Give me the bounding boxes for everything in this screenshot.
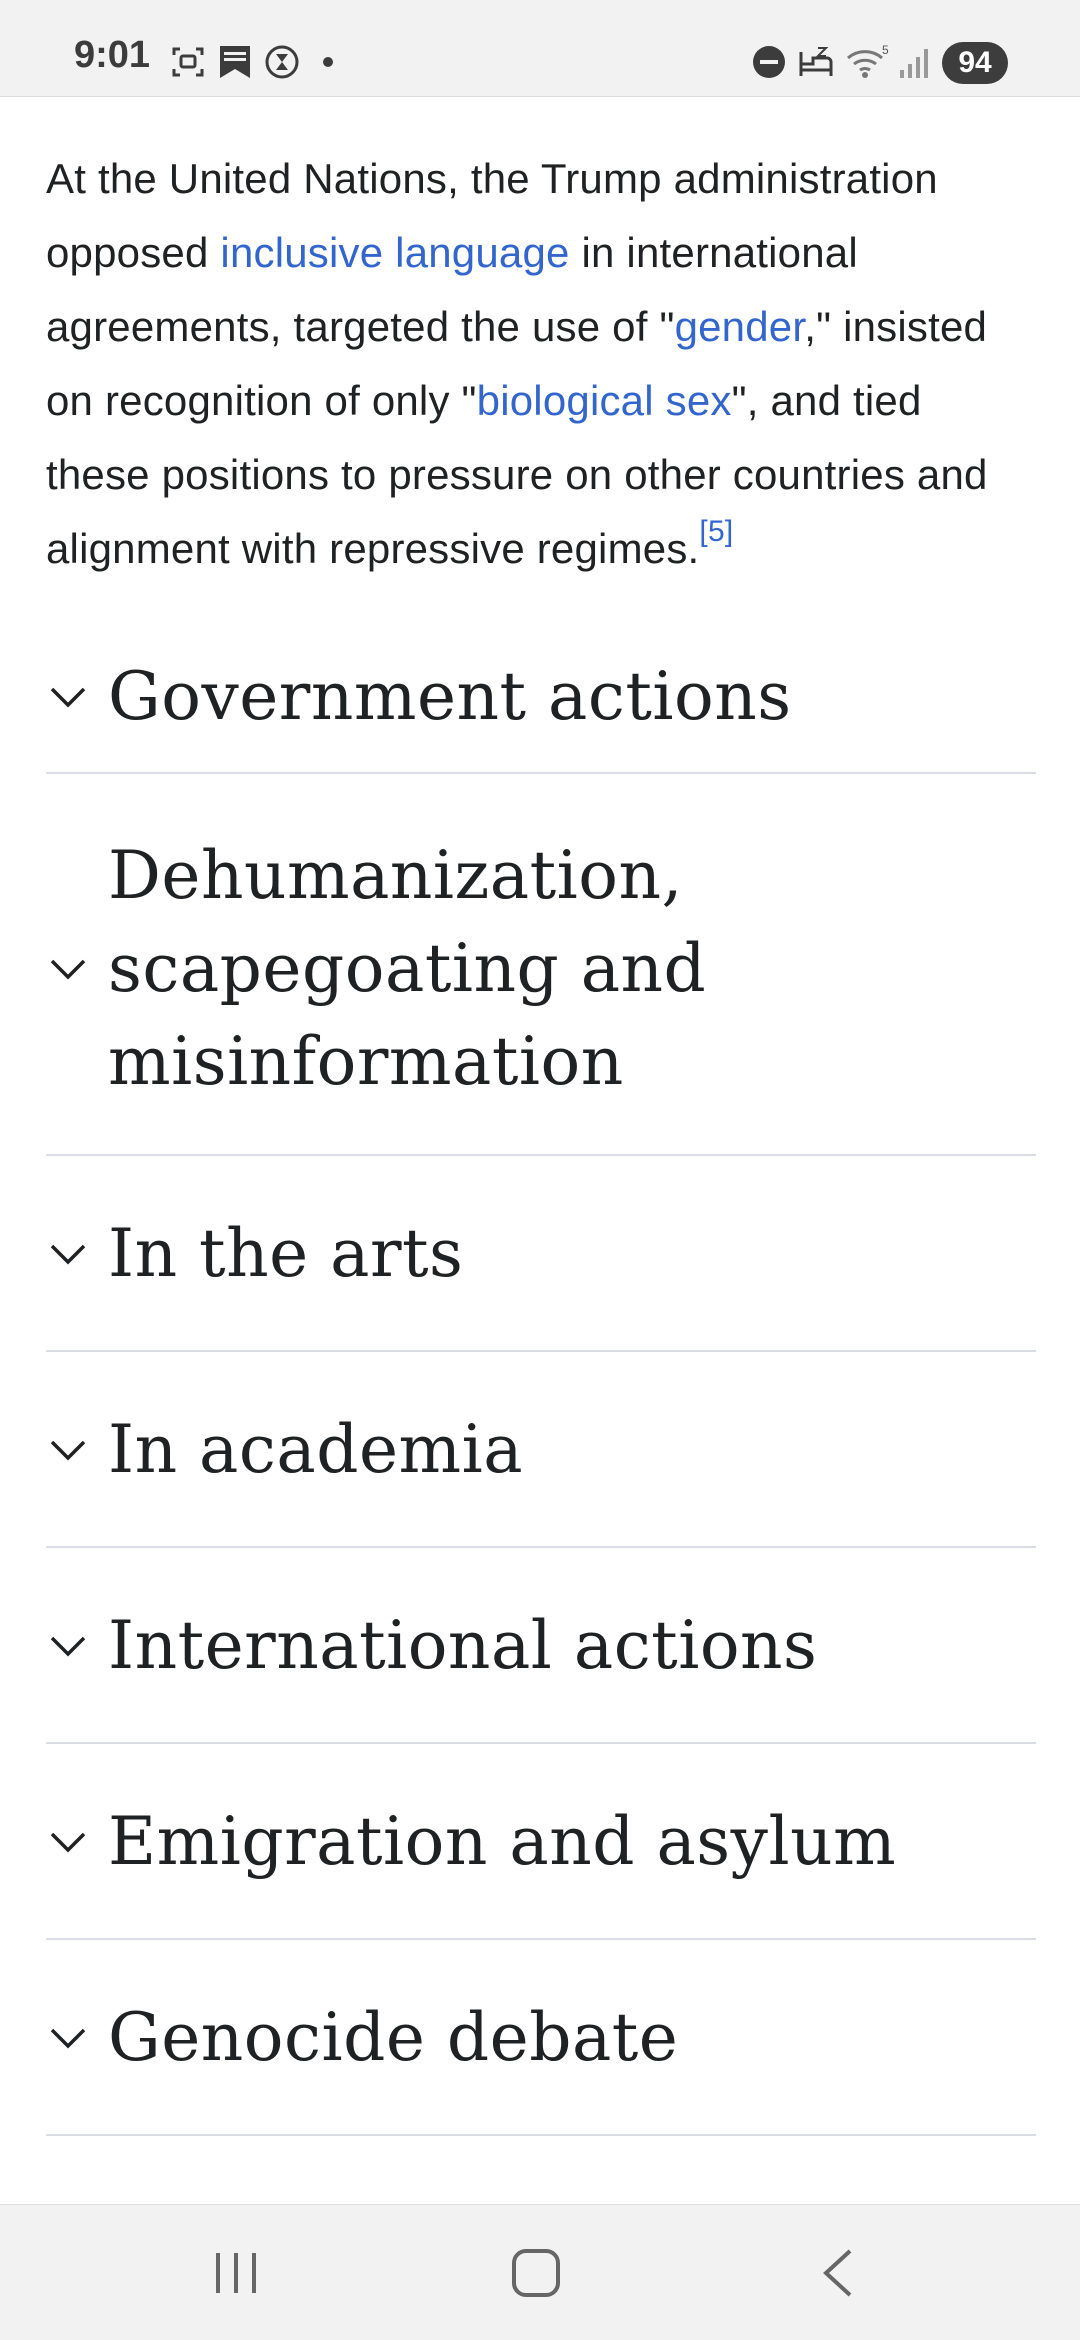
section-title: In the arts — [108, 1214, 464, 1292]
section-title: Emigration and asylum — [108, 1802, 897, 1880]
chevron-down-icon — [50, 1636, 86, 1657]
section-in-academia[interactable]: In academia — [46, 1352, 1036, 1548]
status-bar: 9:01 5 94 — [0, 0, 1080, 97]
chevron-down-icon — [50, 687, 86, 708]
chevron-down-icon — [50, 1832, 86, 1853]
intro-paragraph: At the United Nations, the Trump adminis… — [46, 96, 1036, 586]
chevron-down-icon — [50, 959, 86, 980]
svg-text:5: 5 — [882, 44, 889, 57]
screenshot-icon — [170, 44, 206, 80]
section-dehumanization[interactable]: Dehumanization, scapegoating and misinfo… — [46, 774, 1036, 1156]
section-title: Government actions — [108, 657, 792, 735]
chevron-down-icon — [50, 1440, 86, 1461]
bookmark-icon — [218, 44, 252, 80]
section-in-the-arts[interactable]: In the arts — [46, 1156, 1036, 1352]
battery-indicator: 94 — [942, 42, 1008, 84]
link-gender[interactable]: gender — [675, 303, 805, 350]
section-genocide-debate[interactable]: Genocide debate — [46, 1940, 1036, 2136]
signal-icon — [898, 44, 932, 80]
recent-apps-icon[interactable] — [206, 2245, 266, 2301]
section-title: International actions — [108, 1606, 818, 1684]
sleep-icon — [798, 44, 834, 80]
back-icon[interactable] — [810, 2245, 870, 2301]
reference-link-5[interactable]: [5] — [699, 515, 733, 548]
section-list: Government actions Dehumanization, scape… — [46, 620, 1036, 2136]
status-time: 9:01 — [74, 34, 151, 76]
section-title: Dehumanization, scapegoating and misinfo… — [108, 836, 707, 1100]
home-icon[interactable] — [506, 2245, 566, 2301]
article-content: At the United Nations, the Trump adminis… — [46, 96, 1036, 586]
navigation-bar — [0, 2204, 1080, 2340]
chevron-down-icon — [50, 1244, 86, 1265]
reference-superscript: [5] — [699, 515, 733, 548]
timer-icon — [264, 44, 300, 80]
section-title: In academia — [108, 1410, 524, 1488]
section-international-actions[interactable]: International actions — [46, 1548, 1036, 1744]
section-emigration-and-asylum[interactable]: Emigration and asylum — [46, 1744, 1036, 1940]
section-government-actions[interactable]: Government actions — [46, 620, 1036, 774]
chevron-down-icon — [50, 2028, 86, 2049]
link-biological-sex[interactable]: biological sex — [477, 377, 732, 424]
wifi-icon: 5 — [846, 44, 890, 80]
link-inclusive-language[interactable]: inclusive language — [220, 229, 569, 276]
section-title: Genocide debate — [108, 1998, 679, 2076]
dnd-icon — [752, 44, 786, 80]
dot-icon — [322, 56, 334, 92]
